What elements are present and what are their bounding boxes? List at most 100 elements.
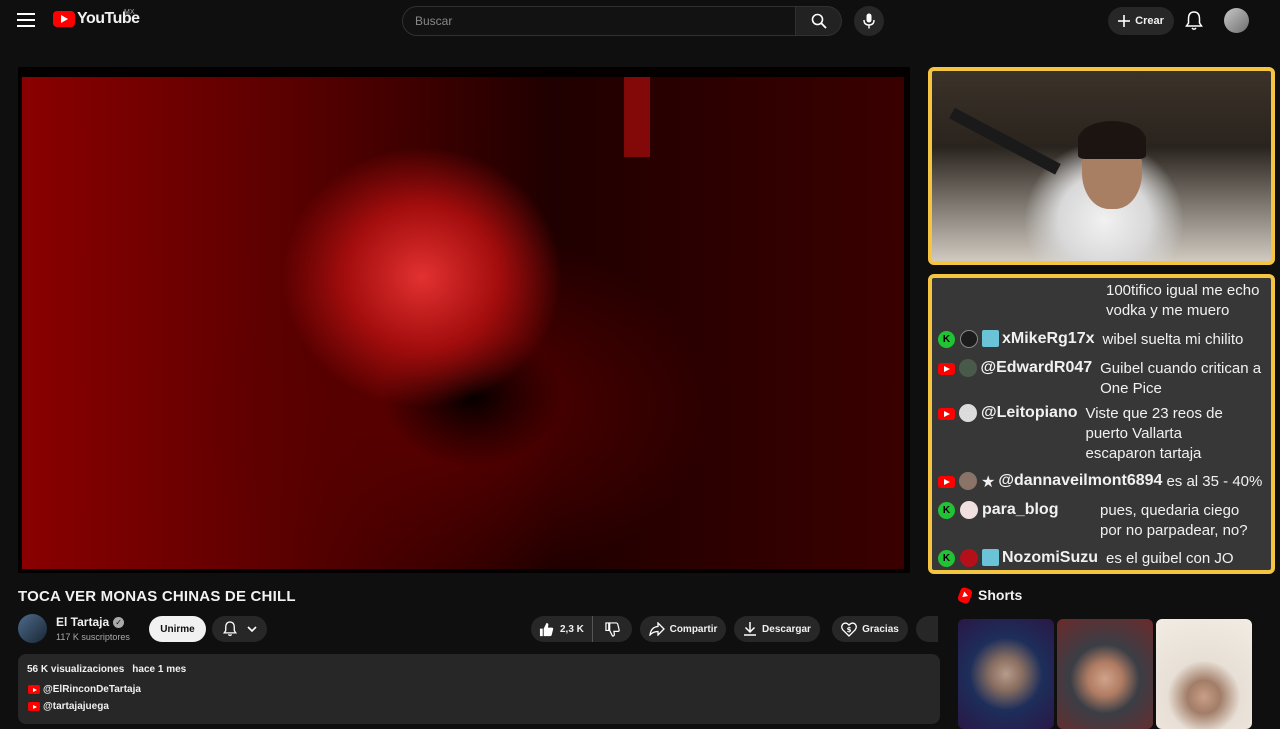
chat-message: K para_blog pues, quedaria ciego por no …: [938, 501, 1267, 541]
search-input[interactable]: [402, 6, 796, 36]
chat-message: 100tifico igual me echo vodka y me muero: [938, 281, 1267, 321]
chat-message: @Leitopiano Viste que 23 reos de puerto …: [938, 404, 1267, 464]
download-icon: [744, 622, 757, 636]
chat-username: xMikeRg17x: [1002, 330, 1095, 347]
chat-overlay: 100tifico igual me echo vodka y me muero…: [928, 274, 1275, 574]
channel-link-text[interactable]: @tartajajuega: [43, 701, 109, 712]
search-icon: [811, 13, 827, 29]
youtube-badge-icon: [938, 408, 955, 420]
streamer-hair: [1078, 121, 1146, 159]
chat-message-text: pues, quedaria ciego por no parpadear, n…: [1100, 502, 1248, 539]
youtube-icon: [28, 702, 40, 711]
share-button[interactable]: Compartir: [640, 616, 726, 642]
share-label: Compartir: [669, 623, 718, 635]
user-avatar: [958, 359, 977, 377]
menu-icon[interactable]: [17, 13, 35, 27]
chat-message-text: es al 35 - 40%: [1166, 473, 1263, 490]
user-avatar: [960, 330, 978, 348]
download-button[interactable]: Descargar: [734, 616, 820, 642]
subscription-bell-button[interactable]: [212, 616, 267, 642]
channel-link[interactable]: @ElRinconDeTartaja: [28, 684, 141, 695]
svg-text:$: $: [847, 626, 852, 634]
notifications-button[interactable]: [1185, 11, 1203, 36]
channel-name[interactable]: El Tartaja: [56, 615, 109, 629]
country-code: MX: [124, 9, 135, 16]
description-box[interactable]: 56 K visualizaciones hace 1 mes @ElRinco…: [18, 654, 940, 724]
shorts-heading: Shorts: [956, 585, 1022, 605]
search-button[interactable]: [796, 6, 842, 36]
bell-icon: [1185, 11, 1203, 30]
chat-username: @dannaveilmont6894: [998, 472, 1163, 489]
chat-message: K xMikeRg17x wibel suelta mi chilito: [938, 330, 1267, 350]
chevron-down-icon: [246, 625, 257, 632]
super-thanks-icon: $: [841, 621, 858, 637]
video-light-strip: [624, 77, 650, 157]
youtube-icon: [28, 685, 40, 694]
short-thumbnail[interactable]: [1057, 619, 1153, 729]
streamer-webcam: [928, 67, 1275, 265]
video-frame: [22, 77, 904, 569]
bell-icon: [222, 621, 237, 637]
verified-icon: ✓: [113, 616, 125, 628]
kick-badge-icon: K: [938, 502, 955, 519]
shorts-icon: [956, 585, 974, 605]
dislike-button[interactable]: [593, 616, 631, 642]
thumbs-down-icon: [604, 621, 620, 637]
youtube-badge-icon: [938, 476, 955, 488]
video-player[interactable]: [18, 67, 910, 573]
kick-badge-icon: K: [938, 331, 955, 348]
chat-message-text: wibel suelta mi chilito: [1102, 331, 1244, 348]
chat-username: @EdwardR047: [980, 359, 1093, 376]
like-count: 2,3 K: [560, 623, 584, 635]
user-avatar: [960, 549, 978, 567]
share-icon: [648, 622, 665, 636]
microphone-arm: [949, 107, 1061, 175]
download-label: Descargar: [762, 623, 811, 635]
channel-link-text[interactable]: @ElRinconDeTartaja: [43, 684, 141, 695]
microphone-icon: [863, 13, 875, 29]
upload-date: hace 1 mes: [132, 664, 187, 675]
view-count: 56 K visualizaciones: [27, 664, 125, 675]
chat-message-text: 100tifico igual me echo vodka y me muero: [1106, 282, 1260, 319]
voice-search-button[interactable]: [854, 6, 884, 36]
chat-message: ★ @dannaveilmont6894 es al 35 - 40%: [938, 472, 1267, 492]
youtube-badge-icon: [938, 363, 955, 375]
user-avatar: [960, 501, 978, 519]
channel-name-row[interactable]: El Tartaja ✓: [56, 615, 125, 629]
chat-message: @EdwardR047 Guibel cuando critican a One…: [938, 359, 1267, 399]
top-bar: YouTube MX Crear: [0, 0, 1280, 42]
thanks-button[interactable]: $ Gracias: [832, 616, 908, 642]
youtube-logo-icon: [53, 11, 75, 27]
plus-icon: [1118, 15, 1131, 27]
create-label: Crear: [1135, 15, 1164, 27]
user-avatar: [959, 404, 977, 422]
channel-link[interactable]: @tartajajuega: [28, 701, 109, 712]
more-actions-button[interactable]: [916, 616, 938, 642]
chat-message-text: es el guibel con JO: [1106, 550, 1234, 567]
chat-username: NozomiSuzu: [1002, 549, 1098, 566]
create-button[interactable]: Crear: [1108, 7, 1174, 35]
video-meta: 56 K visualizaciones hace 1 mes: [27, 664, 186, 675]
thumbs-up-icon: [539, 622, 554, 636]
search-bar: [402, 6, 842, 36]
chat-message-text: Viste que 23 reos de puerto Vallarta esc…: [1085, 405, 1223, 462]
join-button[interactable]: Unirme: [149, 616, 206, 642]
chat-username: para_blog: [982, 501, 1059, 518]
subscriber-badge-icon: [982, 549, 999, 566]
chat-username: @Leitopiano: [981, 404, 1078, 421]
account-avatar[interactable]: [1224, 8, 1249, 33]
subscriber-badge-icon: [982, 330, 999, 347]
short-thumbnail[interactable]: [958, 619, 1054, 729]
short-thumbnail[interactable]: [1156, 619, 1252, 729]
user-avatar: [959, 472, 977, 490]
like-dislike-group: 2,3 K: [531, 616, 632, 642]
kick-badge-icon: K: [938, 550, 955, 567]
channel-avatar[interactable]: [18, 614, 47, 643]
star-badge-icon: ★: [981, 474, 996, 491]
video-title: TOCA VER MONAS CHINAS DE CHILL: [18, 588, 296, 605]
like-button[interactable]: 2,3 K: [531, 616, 593, 642]
subscriber-count: 117 K suscriptores: [56, 632, 130, 642]
thanks-label: Gracias: [862, 623, 899, 635]
chat-message-text: Guibel cuando critican a One Pice: [1100, 360, 1262, 397]
chat-message: K NozomiSuzu es el guibel con JO: [938, 549, 1267, 569]
